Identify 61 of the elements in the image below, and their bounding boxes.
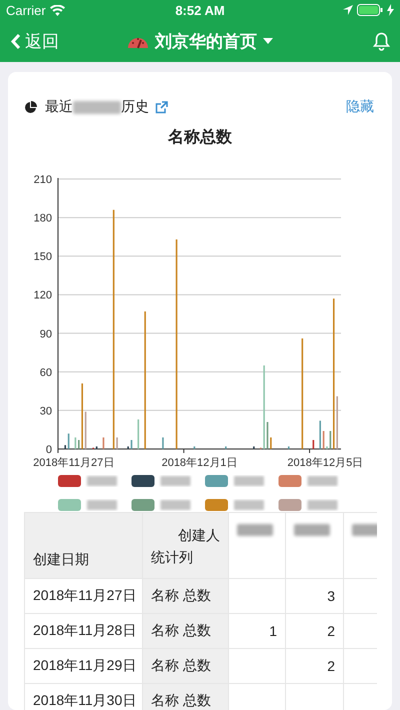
y-axis-label: 60 bbox=[40, 366, 52, 379]
legend-swatch[interactable] bbox=[205, 499, 228, 511]
legend-swatch[interactable] bbox=[278, 475, 302, 487]
x-axis-label: 2018年12月1日 bbox=[162, 457, 238, 469]
back-button[interactable]: 返回 bbox=[10, 30, 59, 52]
legend-swatch[interactable] bbox=[278, 499, 302, 511]
legend-swatch[interactable] bbox=[58, 475, 81, 487]
redacted-text bbox=[234, 476, 264, 486]
y-axis-label: 120 bbox=[34, 290, 52, 302]
redacted-text bbox=[308, 476, 338, 486]
column-header: 创建人 bbox=[178, 526, 220, 544]
legend-swatch[interactable] bbox=[132, 499, 154, 511]
redacted-text bbox=[87, 500, 117, 510]
redacted-text bbox=[160, 476, 190, 486]
x-axis-label: 2018年11月27日 bbox=[33, 457, 114, 469]
bell-icon[interactable] bbox=[373, 32, 390, 50]
redacted-text bbox=[294, 524, 330, 536]
chevron-left-icon bbox=[10, 32, 21, 50]
y-axis-label: 90 bbox=[40, 328, 52, 340]
wifi-icon bbox=[50, 4, 65, 16]
column-header: 创建日期 bbox=[33, 550, 89, 569]
redacted-text bbox=[308, 500, 338, 510]
redacted-text bbox=[237, 524, 273, 536]
carrier-name: Carrier bbox=[6, 2, 46, 18]
legend-swatch[interactable] bbox=[132, 475, 154, 487]
table-cell: 名称 总数 bbox=[142, 578, 228, 614]
column-header: 统计列 bbox=[151, 548, 193, 566]
redacted-text bbox=[87, 476, 117, 486]
y-axis-label: 30 bbox=[40, 405, 52, 418]
external-link-icon[interactable] bbox=[155, 100, 168, 114]
table-cell: 2 bbox=[286, 614, 344, 648]
table-cell: 1 bbox=[228, 614, 286, 648]
page-title[interactable]: 刘京华的首页 bbox=[155, 30, 257, 52]
chart-title: 名称总数 bbox=[168, 128, 232, 148]
redacted-text bbox=[160, 500, 190, 510]
table-cell: 3 bbox=[286, 578, 344, 614]
pie-chart-icon bbox=[24, 100, 37, 114]
hide-button[interactable]: 隐藏 bbox=[346, 98, 374, 116]
battery-icon bbox=[357, 4, 383, 16]
y-axis-label: 210 bbox=[34, 174, 52, 186]
location-arrow-icon bbox=[343, 5, 353, 15]
clock-time: 8:52 AM bbox=[175, 2, 225, 18]
y-axis-label: 0 bbox=[46, 444, 52, 456]
table-cell: 2018年11月28日 bbox=[24, 614, 142, 648]
redacted-text bbox=[234, 500, 264, 510]
table-cell: 名称 总数 bbox=[142, 648, 228, 684]
table-cell: 2 bbox=[286, 648, 344, 684]
table-cell: 名称 总数 bbox=[142, 684, 228, 710]
legend-swatch[interactable] bbox=[205, 475, 228, 487]
table-cell: 名称 总数 bbox=[142, 614, 228, 648]
x-axis-label: 2018年12月5日 bbox=[287, 457, 364, 469]
table-cell: 2018年11月27日 bbox=[24, 578, 142, 614]
charging-bolt-icon bbox=[387, 4, 394, 16]
card-title-end: 历史 bbox=[121, 98, 149, 116]
card-title-start: 最近 bbox=[45, 98, 73, 116]
table-cell: 2018年11月29日 bbox=[24, 648, 142, 684]
y-axis-label: 180 bbox=[34, 212, 52, 225]
legend-swatch[interactable] bbox=[58, 499, 81, 511]
y-axis-label: 150 bbox=[34, 251, 52, 264]
redacted-text bbox=[73, 100, 121, 114]
caret-icon[interactable] bbox=[263, 38, 273, 44]
